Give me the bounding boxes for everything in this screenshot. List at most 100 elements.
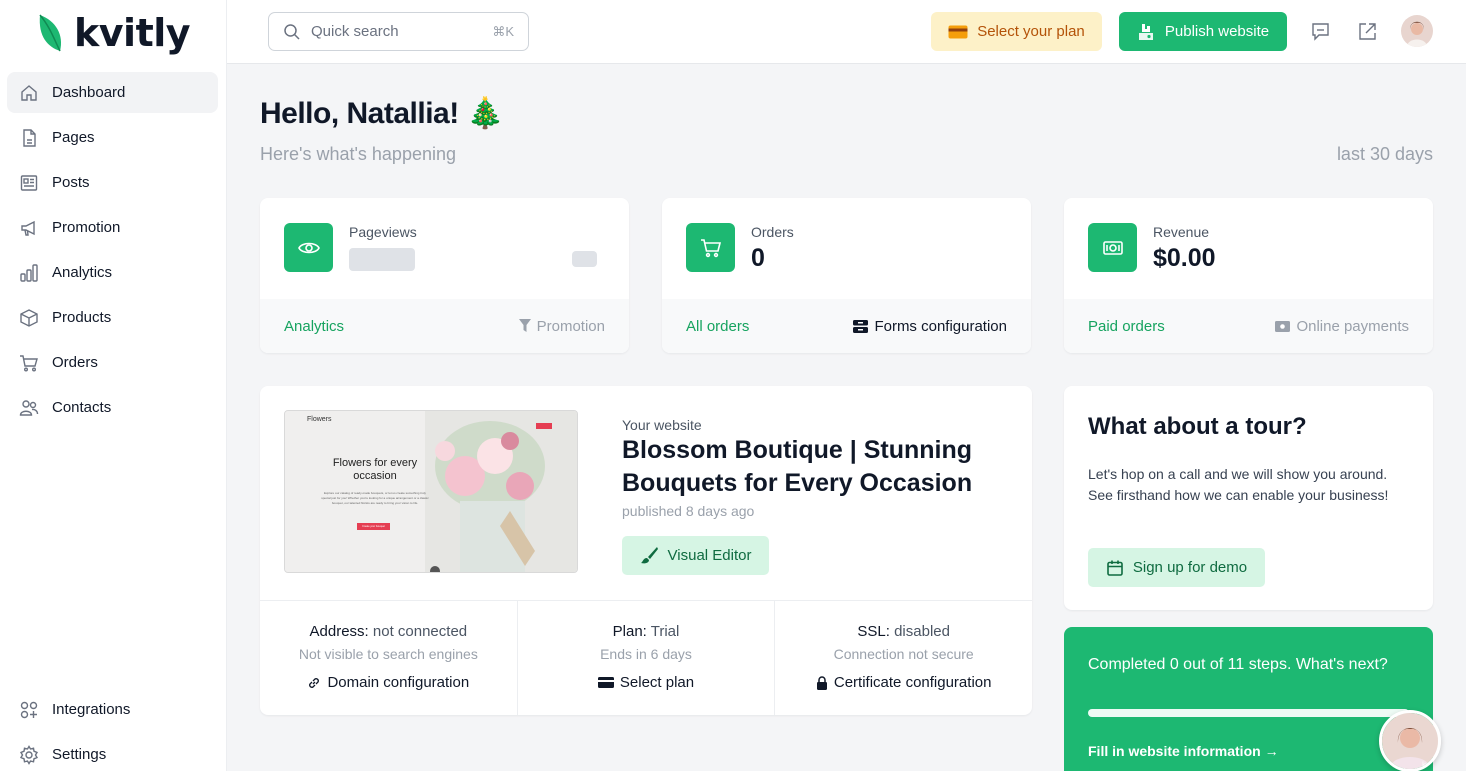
analytics-link[interactable]: Analytics xyxy=(284,318,344,335)
inbox-icon xyxy=(853,319,869,333)
orders-value: 0 xyxy=(751,244,765,272)
fill-website-info-link[interactable]: Fill in website information → xyxy=(1088,743,1279,759)
published-date: published 8 days ago xyxy=(622,503,755,519)
sidebar-item-analytics[interactable]: Analytics xyxy=(7,252,218,293)
stat-label: Orders xyxy=(751,224,794,240)
website-eyebrow: Your website xyxy=(622,417,702,433)
ssl-value: disabled xyxy=(894,623,950,640)
sidebar-item-promotion[interactable]: Promotion xyxy=(7,207,218,248)
online-payments-link[interactable]: Online payments xyxy=(1275,318,1409,335)
address-status: Not visible to search engines xyxy=(298,646,478,662)
period-selector[interactable]: last 30 days xyxy=(1337,144,1433,165)
page-subtitle: Here's what's happening xyxy=(260,144,456,164)
address-info: Address: not connected Not visible to se… xyxy=(260,601,518,715)
sidebar-item-orders[interactable]: Orders xyxy=(7,342,218,383)
ssl-key: SSL: xyxy=(857,623,890,640)
search-input[interactable]: Quick search ⌘K xyxy=(268,12,529,51)
select-plan-label: Select your plan xyxy=(977,23,1085,40)
stat-label: Revenue xyxy=(1153,224,1210,240)
sidebar-item-label: Products xyxy=(52,309,112,326)
promotion-link[interactable]: Promotion xyxy=(518,317,605,335)
preview-headline: Flowers for every occasion xyxy=(332,457,418,482)
paid-orders-link[interactable]: Paid orders xyxy=(1088,318,1165,335)
bar-chart-icon xyxy=(19,263,39,283)
search-shortcut: ⌘K xyxy=(492,23,514,39)
tour-title: What about a tour? xyxy=(1088,413,1307,440)
top-bar: Quick search ⌘K Select your plan Publish… xyxy=(227,0,1466,64)
user-avatar[interactable] xyxy=(1401,15,1433,47)
pageviews-trend-placeholder xyxy=(572,251,597,267)
visual-editor-label: Visual Editor xyxy=(667,547,752,564)
publish-website-button[interactable]: Publish website xyxy=(1119,12,1287,51)
revenue-card: Revenue $0.00 Paid orders Online payment… xyxy=(1064,198,1433,353)
website-card: Flowers Flowers for every occasion Explo… xyxy=(260,386,1032,715)
website-title: Blossom Boutique | Stunning Bouquets for… xyxy=(622,436,973,497)
website-info-row: Address: not connected Not visible to se… xyxy=(260,600,1032,715)
external-link-icon[interactable] xyxy=(1356,20,1378,42)
sidebar-item-integrations[interactable]: Integrations xyxy=(7,689,218,730)
sidebar-bottom-nav: Integrations Settings xyxy=(7,689,218,771)
leaf-logo-icon xyxy=(39,14,62,52)
address-key: Address: xyxy=(309,623,369,640)
credit-card-icon xyxy=(597,677,614,688)
forms-configuration-link[interactable]: Forms configuration xyxy=(853,318,1007,335)
promotion-link-label: Promotion xyxy=(536,317,605,335)
link-icon xyxy=(309,677,320,688)
address-value: not connected xyxy=(372,623,468,640)
domain-configuration-link[interactable]: Domain configuration xyxy=(260,674,517,691)
forms-configuration-label: Forms configuration xyxy=(874,317,1007,335)
publish-icon xyxy=(1138,23,1153,40)
sidebar-item-products[interactable]: Products xyxy=(7,297,218,338)
certificate-configuration-link[interactable]: Certificate configuration xyxy=(775,674,1032,691)
megaphone-icon xyxy=(19,218,39,238)
sidebar-item-label: Integrations xyxy=(52,701,131,718)
sidebar-item-dashboard[interactable]: Dashboard xyxy=(7,72,218,113)
support-chat-avatar[interactable]: kvitly xyxy=(1379,710,1441,771)
revenue-value: $0.00 xyxy=(1153,244,1216,272)
lock-icon xyxy=(816,675,827,690)
paintbrush-icon xyxy=(640,547,658,564)
integrations-icon xyxy=(19,700,39,720)
users-icon xyxy=(19,398,39,418)
onboarding-steps-card: Completed 0 out of 11 steps. What's next… xyxy=(1064,627,1433,771)
sidebar-item-posts[interactable]: Posts xyxy=(7,162,218,203)
feedback-icon[interactable] xyxy=(1309,20,1331,42)
sidebar-item-label: Orders xyxy=(52,354,98,371)
page-icon xyxy=(19,128,39,148)
publish-label: Publish website xyxy=(1164,23,1270,40)
steps-progress-bar xyxy=(1088,709,1409,717)
sidebar-item-contacts[interactable]: Contacts xyxy=(7,387,218,428)
pageviews-value-placeholder xyxy=(349,248,415,271)
search-placeholder: Quick search xyxy=(311,23,399,40)
ssl-status: Connection not secure xyxy=(833,646,974,662)
box-icon xyxy=(19,308,39,328)
sidebar-item-settings[interactable]: Settings xyxy=(7,734,218,771)
money-icon xyxy=(1088,223,1137,272)
banknote-icon xyxy=(1275,320,1291,332)
online-payments-label: Online payments xyxy=(1296,317,1409,335)
filter-icon xyxy=(518,319,531,332)
stat-label: Pageviews xyxy=(349,224,417,240)
sidebar-item-label: Promotion xyxy=(52,219,121,236)
sidebar-nav: Dashboard Pages Posts Promotion Analytic… xyxy=(7,72,218,432)
website-preview[interactable]: Flowers Flowers for every occasion Explo… xyxy=(284,410,578,573)
sidebar-item-label: Dashboard xyxy=(52,84,126,101)
all-orders-link[interactable]: All orders xyxy=(686,318,749,335)
sign-up-demo-button[interactable]: Sign up for demo xyxy=(1088,548,1265,587)
sidebar-item-label: Contacts xyxy=(52,399,112,416)
select-plan-button[interactable]: Select your plan xyxy=(931,12,1102,51)
tour-card: What about a tour? Let's hop on a call a… xyxy=(1064,386,1433,610)
select-plan-label: Select plan xyxy=(619,674,695,691)
sidebar-item-label: Analytics xyxy=(52,264,113,281)
preview-body: Explore our catalog of ready-made bouque… xyxy=(321,491,429,505)
search-icon xyxy=(284,23,300,40)
sidebar-item-pages[interactable]: Pages xyxy=(7,117,218,158)
tour-text: Let's hop on a call and we will show you… xyxy=(1088,466,1389,503)
brand-logo[interactable]: kvitly xyxy=(36,10,191,56)
ssl-info: SSL: disabled Connection not secure Cert… xyxy=(775,601,1032,715)
certificate-configuration-label: Certificate configuration xyxy=(833,674,992,691)
brand-name: kvitly xyxy=(74,11,191,55)
visual-editor-button[interactable]: Visual Editor xyxy=(622,536,769,575)
select-plan-link[interactable]: Select plan xyxy=(518,674,775,691)
plan-status: Ends in 6 days xyxy=(600,646,692,662)
